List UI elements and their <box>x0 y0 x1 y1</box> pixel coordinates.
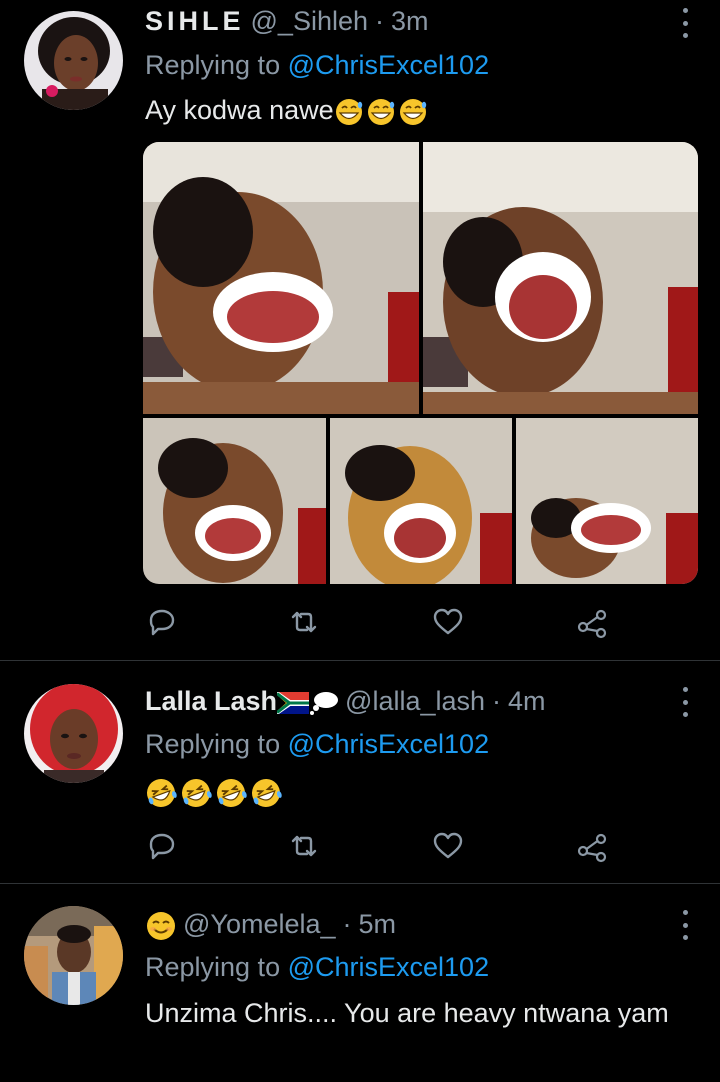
tweet-text-body: Ay kodwa nawe <box>145 95 334 125</box>
replying-to: Replying to @ChrisExcel102 <box>145 725 489 763</box>
rolling-laughing-emoji <box>145 776 285 807</box>
handle[interactable]: @_Sihleh <box>251 2 368 40</box>
reply-icon[interactable] <box>145 829 179 863</box>
tweet-yomelela[interactable]: @Yomelela_ · 5m Replying to @ChrisExcel1… <box>0 884 720 1082</box>
separator: · <box>375 6 384 36</box>
media-image-5 <box>516 418 698 584</box>
tweet-actions <box>145 605 625 639</box>
like-icon[interactable] <box>431 605 465 639</box>
tweet-text <box>145 771 685 811</box>
tweet-sihle[interactable]: SIHLE @_Sihleh · 3m Replying to @ChrisEx… <box>0 0 720 660</box>
reply-icon[interactable] <box>145 605 179 639</box>
media-image-1 <box>143 142 419 414</box>
timestamp[interactable]: 4m <box>508 682 546 720</box>
smiling-face-emoji <box>145 905 177 943</box>
replying-mention[interactable]: @ChrisExcel102 <box>288 50 490 80</box>
tweet-text: Unzima Chris.... You are heavy ntwana ya… <box>145 998 669 1028</box>
replying-to: Replying to @ChrisExcel102 <box>145 948 489 986</box>
media-image-2 <box>423 142 698 414</box>
timestamp[interactable]: 5m <box>359 905 397 943</box>
tweet-lalla-lash[interactable]: Lalla Lash @lalla_lash · 4m Replying to … <box>0 661 720 883</box>
media-grid[interactable] <box>143 142 698 584</box>
timeline-feed: SIHLE @_Sihleh · 3m Replying to @ChrisEx… <box>0 0 720 1082</box>
more-icon[interactable] <box>680 687 690 717</box>
replying-prefix: Replying to <box>145 50 288 80</box>
like-icon[interactable] <box>431 829 465 863</box>
avatar[interactable] <box>24 11 123 110</box>
handle[interactable]: @Yomelela_ <box>183 905 336 943</box>
replying-mention[interactable]: @ChrisExcel102 <box>288 952 490 982</box>
replying-mention[interactable]: @ChrisExcel102 <box>288 729 490 759</box>
separator: · <box>492 686 502 716</box>
avatar[interactable] <box>24 906 123 1005</box>
replying-prefix: Replying to <box>145 952 288 982</box>
replying-prefix: Replying to <box>145 729 288 759</box>
more-icon[interactable] <box>680 910 690 940</box>
avatar[interactable] <box>24 684 123 783</box>
display-name[interactable]: Lalla Lash <box>145 682 277 720</box>
retweet-icon[interactable] <box>287 829 321 863</box>
share-icon[interactable] <box>575 605 609 639</box>
tweet-header: Lalla Lash @lalla_lash · 4m <box>145 682 546 720</box>
more-icon[interactable] <box>680 8 690 38</box>
media-image-3 <box>143 418 326 584</box>
tweet-actions <box>145 829 625 863</box>
separator: · <box>342 909 352 939</box>
display-name[interactable]: SIHLE <box>145 2 245 40</box>
tweet-header: @Yomelela_ · 5m <box>145 905 396 943</box>
south-africa-flag-emoji <box>277 682 310 720</box>
tweet-header: SIHLE @_Sihleh · 3m <box>145 2 429 40</box>
tweet-text: Ay kodwa nawe <box>145 90 685 130</box>
thought-bubble-emoji <box>309 682 339 720</box>
share-icon[interactable] <box>575 829 609 863</box>
replying-to: Replying to @ChrisExcel102 <box>145 46 489 84</box>
handle[interactable]: @lalla_lash <box>345 682 485 720</box>
media-image-4 <box>330 418 512 584</box>
grinning-sweat-emoji <box>334 95 430 125</box>
timestamp[interactable]: 3m <box>391 2 429 40</box>
retweet-icon[interactable] <box>287 605 321 639</box>
